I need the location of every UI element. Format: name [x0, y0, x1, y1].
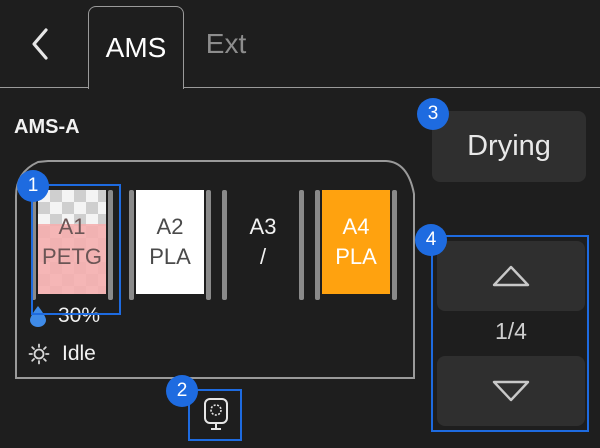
annotation-badge-2: 2 [166, 375, 198, 407]
slot-a2-id: A2 [156, 214, 184, 239]
annotation-badge-3: 3 [417, 98, 449, 130]
annotation-box-4 [431, 235, 589, 432]
status-value: Idle [62, 342, 96, 365]
slot-a2-color: A2 PLA [136, 190, 204, 294]
slot-a3-material: / [259, 244, 267, 269]
slot-a2[interactable]: A2 PLA [129, 190, 211, 300]
slot-a2-material: PLA [149, 244, 191, 269]
status-indicator: Idle [28, 341, 96, 367]
slot-rail [206, 190, 211, 300]
slot-rail [299, 190, 304, 300]
slot-rail [392, 190, 397, 300]
annotation-badge-4: 4 [415, 224, 447, 256]
slot-a4[interactable]: A4 PLA [315, 190, 397, 300]
annotation-box-1 [31, 184, 121, 315]
slot-a4-id: A4 [342, 214, 370, 239]
slot-a4-material: PLA [335, 244, 377, 269]
slot-rail [129, 190, 134, 300]
slot-a3-color: A3 / [229, 190, 297, 294]
slot-rail [315, 190, 320, 300]
slot-a4-color: A4 PLA [322, 190, 390, 294]
sun-icon [28, 343, 50, 365]
slot-a3-id: A3 [249, 214, 277, 239]
annotation-badge-1: 1 [17, 170, 49, 202]
drying-button-label: Drying [467, 130, 551, 162]
slot-rail [222, 190, 227, 300]
slot-a3[interactable]: A3 / [222, 190, 304, 300]
drying-button[interactable]: Drying [432, 111, 586, 182]
